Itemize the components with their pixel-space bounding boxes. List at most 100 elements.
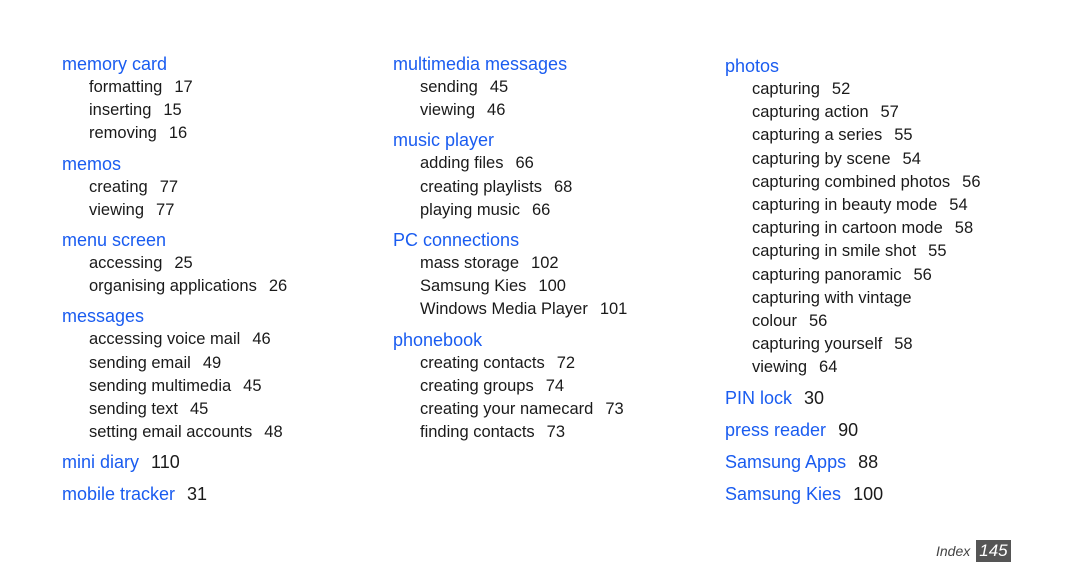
subentry-text: capturing with vintage [752, 288, 912, 307]
index-subentry: sending email 49 [62, 352, 287, 375]
page-ref: 46 [252, 330, 271, 349]
subentry-text: creating playlists [420, 177, 542, 196]
subentry-text: sending email [89, 353, 191, 372]
index-entry: memory card formatting 17 inserting 15 removi… [62, 52, 287, 146]
page-ref: 26 [268, 277, 288, 296]
subentry-text: capturing in beauty mode [752, 196, 938, 215]
page-ref: 110 [151, 452, 180, 473]
index-subentry: capturing action 57 [725, 101, 981, 124]
index-entry: Samsung Apps 88 [725, 450, 981, 474]
page-ref: 72 [556, 353, 576, 372]
index-subentry: organising applications 26 [62, 275, 287, 298]
subentry-text: capturing action [752, 103, 869, 122]
index-subentry: accessing 25 [62, 252, 287, 275]
index-subentry: Samsung Kies 100 [393, 275, 627, 298]
index-entry: photos capturing 52 capturing action 57 captu… [725, 54, 981, 380]
subentry-text: sending [420, 78, 478, 96]
index-subentry: capturing a series 55 [725, 124, 981, 147]
term-text: messages [62, 306, 145, 327]
index-subentry: playing music 66 [393, 199, 627, 222]
index-term: mobile tracker 31 [62, 482, 287, 506]
term-text: PIN lock [725, 387, 793, 408]
index-subentry: capturing combined photos 56 [725, 171, 981, 194]
page-ref: 73 [605, 400, 624, 419]
page-ref: 25 [174, 254, 193, 273]
index-subentry: accessing voice mail 46 [62, 328, 287, 351]
page-ref: 57 [880, 103, 899, 122]
index-term: memory card [62, 52, 287, 76]
page-ref: 88 [858, 451, 879, 472]
subentry-text: creating [89, 177, 148, 196]
index-subentry: viewing 77 [62, 199, 287, 222]
term-text: phonebook [393, 329, 483, 350]
subentry-text: organising applications [89, 277, 257, 296]
index-entry: PC connections mass storage 102 Samsung Kie… [393, 228, 627, 322]
index-entry: mini diary 110 [62, 450, 287, 474]
index-subentry: creating your namecard 73 [393, 398, 627, 421]
index-entry: menu screen accessing 25 organising applica… [62, 228, 287, 298]
subentry-text: colour [752, 312, 797, 331]
term-text: menu screen [62, 230, 167, 251]
subentry-text: Samsung Kies [420, 277, 527, 296]
index-subentry: viewing 46 [393, 99, 627, 122]
term-text: music player [393, 130, 495, 151]
page-ref: 52 [831, 80, 851, 98]
index-subentry: removing 16 [62, 122, 287, 145]
page-ref: 15 [163, 101, 182, 120]
page-ref: 45 [489, 78, 509, 96]
page-ref: 77 [159, 177, 179, 196]
term-text: memory card [62, 54, 168, 74]
index-subentry: colour 56 [725, 310, 981, 333]
page-ref: 64 [819, 358, 838, 377]
subentry-text: sending multimedia [89, 376, 232, 395]
index-term: PIN lock 30 [725, 386, 981, 410]
subentry-text: removing [89, 124, 157, 143]
index-term: press reader 90 [725, 418, 981, 442]
index-term: memos [62, 152, 287, 176]
index-subentry: Windows Media Player 101 [393, 298, 627, 321]
index-term: multimedia messages [393, 52, 627, 76]
footer-label: Index [936, 543, 971, 559]
subentry-text: capturing panoramic [752, 265, 902, 284]
page-ref: 68 [553, 177, 573, 196]
page-footer: Index 145 [936, 540, 1011, 562]
index-subentry: capturing by scene 54 [725, 148, 981, 171]
page-ref: 30 [804, 387, 825, 408]
subentry-text: viewing [420, 101, 476, 120]
page-number: 145 [976, 540, 1011, 562]
index-term: menu screen [62, 228, 287, 252]
page-ref: 58 [894, 335, 913, 354]
index-column-2: multimedia messages sending 45 viewing 46 mus… [393, 52, 627, 450]
page-ref: 100 [853, 483, 884, 504]
subentry-text: adding files [420, 154, 504, 173]
index-entry: Samsung Kies 100 [725, 482, 981, 506]
page-ref: 16 [168, 124, 188, 143]
index-subentry: mass storage 102 [393, 252, 627, 275]
subentry-text: creating contacts [420, 353, 545, 372]
index-term: phonebook [393, 328, 627, 352]
term-text: mobile tracker [62, 484, 176, 505]
page-ref: 31 [187, 484, 208, 505]
index-subentry: creating groups 74 [393, 375, 627, 398]
index-entry: phonebook creating contacts 72 creating gro… [393, 328, 627, 445]
index-entry: messages accessing voice mail 46 sending em… [62, 304, 287, 444]
subentry-text: finding contacts [420, 423, 535, 442]
index-term: music player [393, 128, 627, 152]
page-ref: 56 [962, 172, 981, 191]
index-subentry: capturing with vintage [725, 287, 981, 310]
index-entry: press reader 90 [725, 418, 981, 442]
page-ref: 45 [189, 400, 209, 419]
index-subentry: creating 77 [62, 176, 287, 199]
page-ref: 101 [599, 300, 628, 319]
index-entry: mobile tracker 31 [62, 482, 287, 506]
page-ref: 66 [515, 154, 534, 173]
subentry-text: playing music [420, 200, 520, 219]
index-subentry: capturing 52 [725, 78, 981, 101]
index-subentry: capturing in cartoon mode 58 [725, 217, 981, 240]
subentry-text: capturing in smile shot [752, 242, 917, 261]
term-text: Samsung Apps [725, 451, 847, 472]
page-ref: 56 [913, 265, 932, 284]
page-ref: 54 [949, 196, 968, 215]
page-ref: 56 [808, 312, 828, 331]
index-column-3: photos capturing 52 capturing action 57 captu… [725, 54, 981, 514]
